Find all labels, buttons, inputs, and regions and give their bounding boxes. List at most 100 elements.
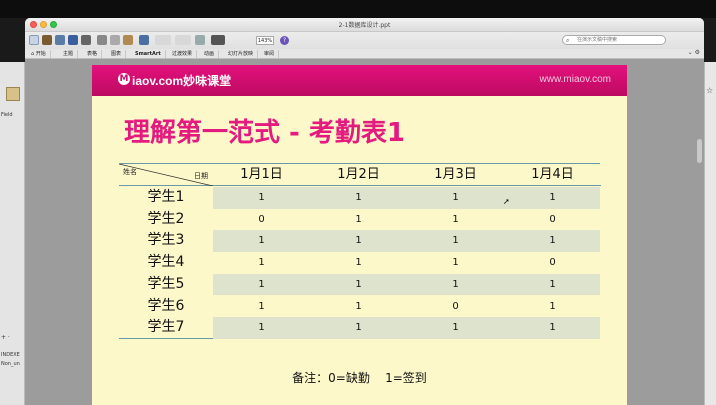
tab-smartart[interactable]: SmartArt <box>131 50 166 58</box>
view-icon[interactable] <box>211 35 225 45</box>
slide[interactable]: M iaov.com妙味课堂 www.miaov.com 理解第一范式 - 考勤… <box>92 65 627 405</box>
column-header: 1月1日 <box>213 164 310 186</box>
slide-editing-area: M iaov.com妙味课堂 www.miaov.com 理解第一范式 - 考勤… <box>25 59 704 405</box>
row-name: 学生6 <box>147 297 185 314</box>
screen: Field + · INDEXE Non_un ☆ 2-1数据库设计.ppt 1… <box>0 0 716 405</box>
table-cell: 1 <box>258 235 265 247</box>
table-cell: 1 <box>258 278 265 290</box>
ribbon-tabs: ⌂ 开始 主题 表格 图表 SmartArt 过渡效果 动画 幻灯片放映 审阅 … <box>25 49 704 59</box>
table-cell: 1 <box>452 257 459 269</box>
templates-icon[interactable] <box>55 35 65 45</box>
table-cell: 1 <box>452 322 459 334</box>
field-label: Field <box>1 112 13 118</box>
toolbar: 143% ? ⌕ <box>25 32 704 49</box>
indexes-label: INDEXE <box>1 352 20 358</box>
table-cell: 1 <box>355 278 362 290</box>
attendance-table[interactable]: 姓名 日期 1月1日 1月2日 1月3日 1月4日 学生1 1 1 1 1 学生… <box>119 163 601 339</box>
new-icon[interactable] <box>29 35 39 45</box>
tab-tables[interactable]: 表格 <box>83 50 103 58</box>
table-cell: 1 <box>355 322 362 334</box>
table-row: 学生3 1 1 1 1 <box>119 230 600 253</box>
column-header: 1月2日 <box>310 164 407 186</box>
table-cell: 1 <box>355 213 362 225</box>
tab-home[interactable]: ⌂ 开始 <box>27 50 51 58</box>
folder-icon[interactable] <box>6 87 20 101</box>
tab-transitions[interactable]: 过渡效果 <box>168 50 198 58</box>
column-header: 1月4日 <box>504 164 601 186</box>
row-name: 学生2 <box>147 210 185 227</box>
format-painter-icon[interactable] <box>139 35 149 45</box>
plus-icon[interactable]: + · <box>1 334 10 341</box>
table-cell: 0 <box>549 257 556 269</box>
table-row: 学生5 1 1 1 1 <box>119 273 600 296</box>
tab-home-label: 开始 <box>35 51 46 57</box>
table-cell: 1 <box>258 300 265 312</box>
title-bar: 2-1数据库设计.ppt <box>25 18 704 32</box>
row-name: 学生3 <box>147 232 185 249</box>
table-row: 学生4 1 1 1 0 <box>119 252 600 274</box>
table-cell: 0 <box>258 213 265 225</box>
miaov-logo-icon: M <box>118 73 130 85</box>
table-cell: 1 <box>355 235 362 247</box>
background-browser-edge: ☆ <box>704 62 716 405</box>
row-name: 学生5 <box>147 275 185 292</box>
gallery-icon[interactable] <box>195 35 205 45</box>
table-cell: 1 <box>355 192 362 203</box>
search-icon: ⌕ <box>566 37 570 44</box>
copy-icon[interactable] <box>110 35 120 45</box>
vertical-scrollbar[interactable] <box>697 139 702 163</box>
table-cell: 1 <box>549 278 556 290</box>
table-cell: 1 <box>452 278 459 290</box>
table-cell: 0 <box>549 213 556 225</box>
logo-text: iaov.com妙味课堂 <box>132 74 232 88</box>
table-cell: 1 <box>549 235 556 247</box>
background-app-panel: Field + · INDEXE Non_un <box>0 62 25 405</box>
undo-icon[interactable] <box>155 35 171 45</box>
table-cell: 1 <box>258 322 265 334</box>
powerpoint-window: 2-1数据库设计.ppt 143% ? ⌕ ⌂ 开始 主题 <box>25 18 704 405</box>
table-cell: 1 <box>258 192 265 203</box>
corner-date-label: 日期 <box>194 172 208 180</box>
open-icon[interactable] <box>42 35 52 45</box>
top-edge <box>0 0 716 18</box>
table-row: 学生2 0 1 1 0 <box>119 209 600 231</box>
window-title: 2-1数据库设计.ppt <box>338 22 391 29</box>
column-header: 1月3日 <box>407 164 504 186</box>
table-cell: 1 <box>452 192 459 203</box>
table-row: 学生6 1 1 0 1 <box>119 296 600 318</box>
table-cell: 1 <box>355 300 362 312</box>
table-cell: 1 <box>549 322 556 334</box>
cut-icon[interactable] <box>97 35 107 45</box>
bookmark-star-icon[interactable]: ☆ <box>706 86 713 95</box>
search-input[interactable] <box>577 36 663 44</box>
paste-icon[interactable] <box>123 35 133 45</box>
table-corner-cell: 姓名 日期 <box>119 164 213 186</box>
zoom-field[interactable]: 143% <box>256 36 274 45</box>
tab-review[interactable]: 审阅 <box>260 50 280 58</box>
mouse-cursor-icon: ➚ <box>503 197 510 206</box>
table-row: 学生7 1 1 1 1 <box>119 317 600 339</box>
redo-icon[interactable] <box>175 35 191 45</box>
non-unique-label: Non_un <box>1 361 20 367</box>
help-icon[interactable]: ? <box>280 36 289 45</box>
row-name: 学生7 <box>147 319 185 336</box>
ribbon-options-icon[interactable]: ⌄ ⚙ <box>688 49 700 56</box>
search-box[interactable]: ⌕ <box>562 35 666 45</box>
corner-name-label: 姓名 <box>123 168 137 176</box>
slide-header-bar: M iaov.com妙味课堂 www.miaov.com <box>92 65 627 96</box>
tab-charts[interactable]: 图表 <box>107 50 127 58</box>
table-cell: 1 <box>549 192 556 203</box>
tab-slideshow[interactable]: 幻灯片放映 <box>224 50 259 58</box>
row-name: 学生4 <box>147 254 185 271</box>
slide-title[interactable]: 理解第一范式 - 考勤表1 <box>124 112 405 149</box>
print-icon[interactable] <box>81 35 91 45</box>
table-cell: 1 <box>549 300 556 312</box>
save-icon[interactable] <box>68 35 78 45</box>
table-cell: 1 <box>452 213 459 225</box>
tab-animations[interactable]: 动画 <box>200 50 220 58</box>
table-cell: 0 <box>452 300 459 312</box>
table-cell: 1 <box>452 235 459 247</box>
table-cell: 1 <box>355 257 362 269</box>
attendance-note[interactable]: 备注：0=缺勤 1=签到 <box>92 369 627 386</box>
tab-themes[interactable]: 主题 <box>59 50 79 58</box>
